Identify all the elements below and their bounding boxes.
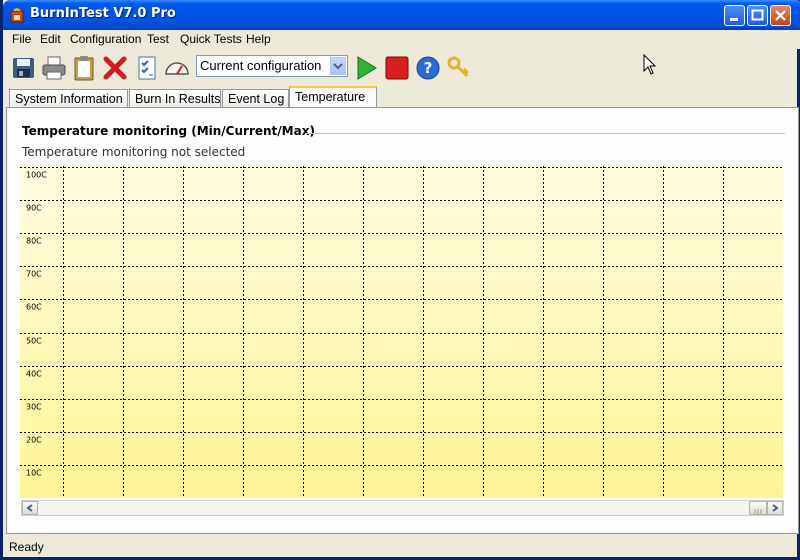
y-tick-label: 100C — [26, 171, 47, 180]
heading-divider — [305, 133, 785, 134]
gauge-icon[interactable] — [163, 54, 191, 82]
close-button[interactable] — [770, 5, 791, 26]
scroll-left-button[interactable] — [22, 501, 38, 515]
play-icon[interactable] — [352, 54, 380, 82]
burnintest-app-icon — [10, 8, 24, 23]
minimize-icon — [730, 18, 738, 21]
chart-horizontal-scrollbar[interactable] — [21, 500, 784, 516]
temperature-chart: 100C 90C 80C 70C 60C 50C 40C 30C 20C 10C — [20, 166, 783, 498]
menu-test[interactable]: Test — [147, 32, 169, 46]
stop-icon[interactable] — [383, 54, 411, 82]
scroll-thumb[interactable] — [749, 501, 767, 515]
title-bar[interactable]: BurnInTest V7.0 Pro — [3, 0, 800, 30]
menu-bar: File Edit Configuration Test Quick Tests… — [6, 30, 800, 49]
help-icon[interactable]: ? — [414, 54, 442, 82]
menu-help[interactable]: Help — [246, 32, 271, 46]
tab-system-information[interactable]: System Information — [9, 89, 128, 108]
tab-temperature[interactable]: Temperature — [289, 86, 377, 108]
y-tick-label: 90C — [26, 204, 42, 213]
status-bar: Ready — [6, 537, 800, 557]
y-tick-label: 20C — [26, 436, 42, 445]
y-tick-label: 10C — [26, 469, 42, 478]
temperature-heading: Temperature monitoring (Min/Current/Max) — [22, 124, 315, 138]
menu-edit[interactable]: Edit — [40, 32, 61, 46]
grip-icon — [754, 509, 762, 514]
clipboard-icon[interactable] — [70, 54, 98, 82]
tab-label: Temperature — [295, 90, 366, 104]
print-icon[interactable] — [40, 54, 68, 82]
save-icon[interactable] — [10, 54, 38, 82]
tab-event-log[interactable]: Event Log — [222, 89, 289, 108]
configuration-select[interactable]: Current configuration — [196, 55, 348, 77]
menu-configuration[interactable]: Configuration — [70, 32, 141, 46]
stop-delete-icon[interactable] — [101, 54, 129, 82]
temperature-status: Temperature monitoring not selected — [22, 145, 246, 159]
maximize-icon — [751, 9, 764, 21]
mouse-cursor-icon — [643, 54, 657, 75]
tab-label: Event Log — [228, 92, 285, 106]
chevron-right-icon — [772, 504, 779, 512]
configuration-dropdown-button[interactable] — [330, 57, 346, 75]
y-tick-label: 40C — [26, 370, 42, 379]
svg-text:?: ? — [424, 59, 433, 77]
tab-burn-in-results[interactable]: Burn In Results — [129, 89, 221, 108]
checklist-icon[interactable] — [133, 54, 161, 82]
tab-strip: System Information Burn In Results Event… — [6, 86, 800, 108]
y-tick-label: 60C — [26, 303, 42, 312]
key-icon[interactable] — [445, 54, 473, 82]
tab-label: System Information — [15, 92, 123, 106]
y-tick-label: 30C — [26, 403, 42, 412]
configuration-select-value: Current configuration — [200, 58, 322, 73]
maximize-button[interactable] — [747, 5, 768, 26]
minimize-button[interactable] — [724, 5, 745, 26]
scroll-right-button[interactable] — [767, 501, 783, 515]
chevron-left-icon — [26, 504, 33, 512]
status-text: Ready — [9, 540, 44, 554]
app-window: BurnInTest V7.0 Pro File Edit Configurat… — [0, 0, 800, 560]
menu-file[interactable]: File — [12, 32, 31, 46]
menu-quick-tests[interactable]: Quick Tests — [180, 32, 242, 46]
tab-label: Burn In Results — [135, 92, 221, 106]
toolbar: Current configuration ? — [6, 51, 800, 85]
temperature-chart-svg: 100C 90C 80C 70C 60C 50C 40C 30C 20C 10C — [20, 166, 783, 498]
y-tick-label: 80C — [26, 237, 42, 246]
y-tick-label: 50C — [26, 337, 42, 346]
y-tick-label: 70C — [26, 270, 42, 279]
close-icon — [775, 10, 786, 21]
chart-plot-area — [20, 166, 783, 498]
chevron-down-icon — [333, 63, 343, 70]
window-title: BurnInTest V7.0 Pro — [30, 6, 176, 21]
